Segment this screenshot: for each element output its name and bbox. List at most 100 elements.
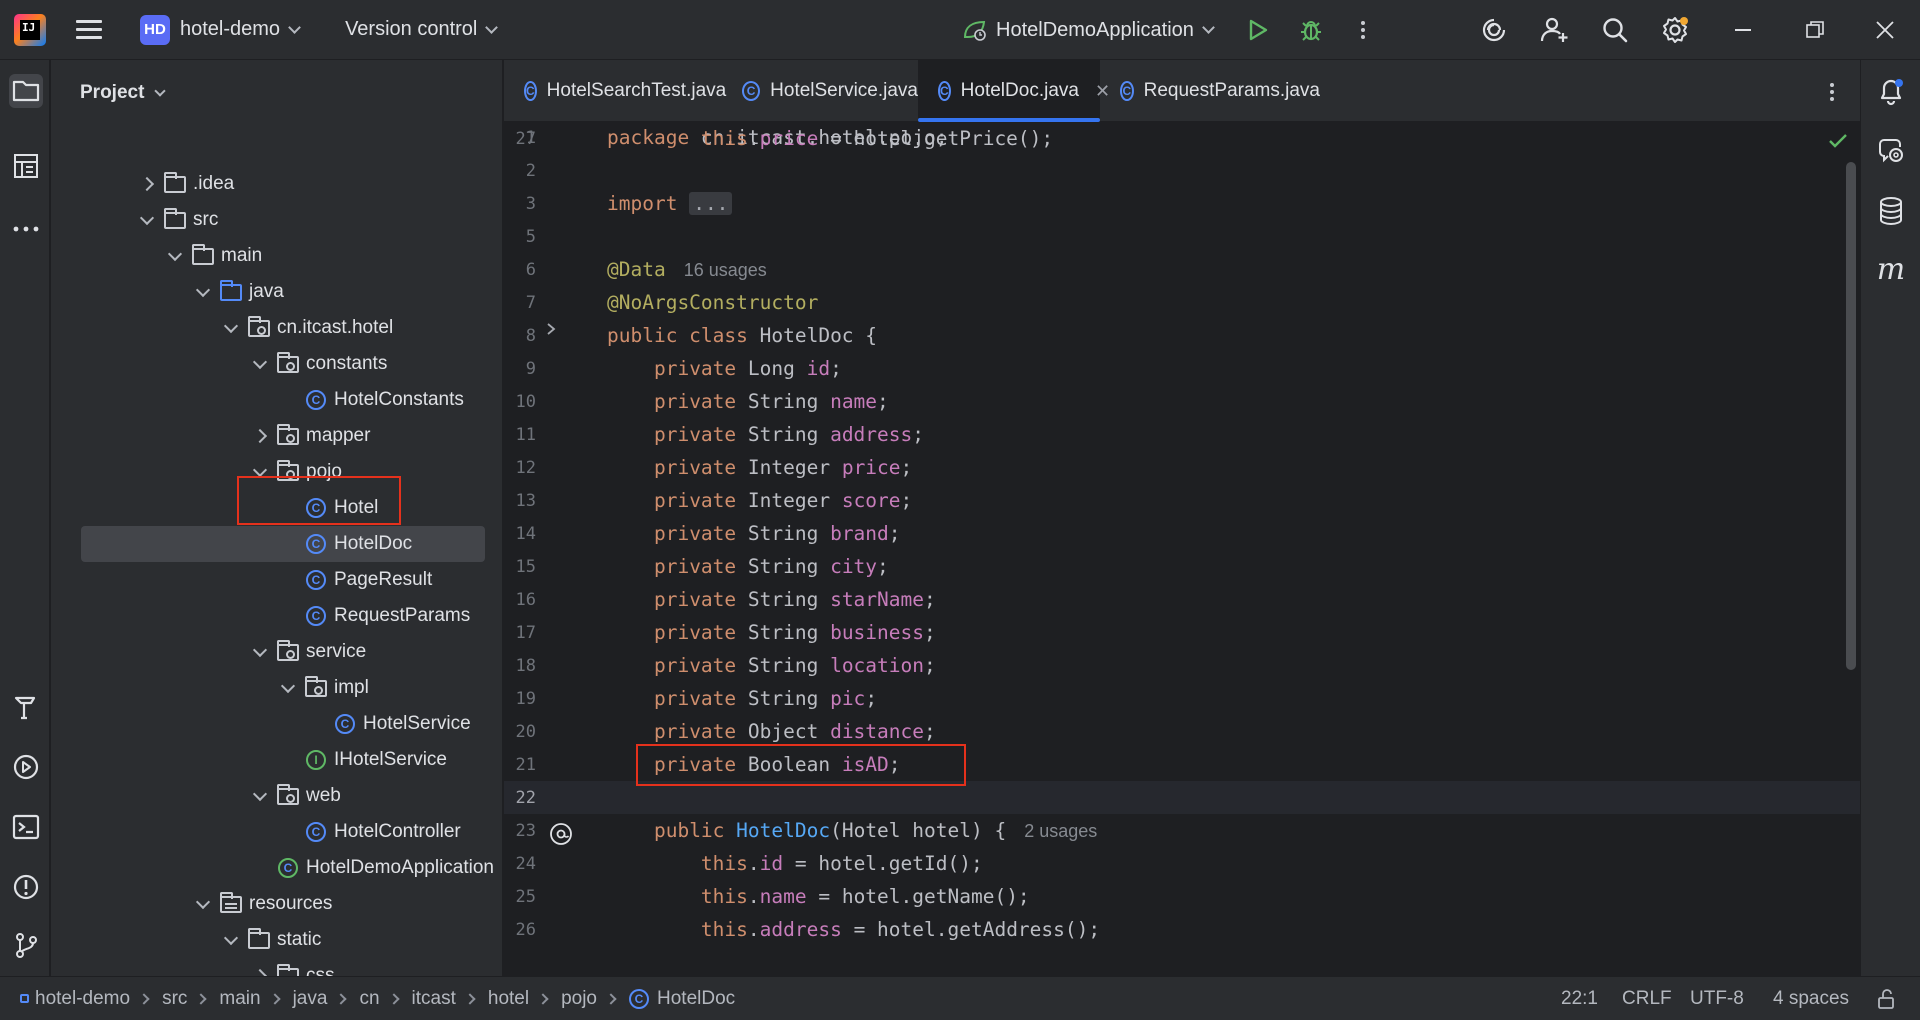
chevron-down-icon[interactable] <box>252 644 268 660</box>
code-line[interactable]: 21 private Boolean isAD; <box>504 748 1860 781</box>
build-hammer-icon[interactable] <box>9 690 43 724</box>
tab-overflow-icon[interactable] <box>1830 80 1834 104</box>
code-line[interactable]: 7 @NoArgsConstructor <box>504 286 1860 319</box>
chevron-down-icon[interactable] <box>280 680 296 696</box>
tree-item[interactable]: static <box>51 922 491 958</box>
project-badge[interactable]: HD <box>140 14 170 45</box>
tree-item[interactable]: I IHotelService <box>51 742 491 778</box>
tree-item[interactable]: src <box>51 202 491 238</box>
terminal-icon[interactable] <box>9 810 43 844</box>
code-line[interactable]: 24 this.id = hotel.getId(); <box>504 847 1860 880</box>
caret-position[interactable]: 22:1 <box>1561 977 1598 1020</box>
restore-window-icon[interactable] <box>1806 0 1824 60</box>
main-menu-icon[interactable] <box>76 15 102 44</box>
tree-item[interactable]: C RequestParams <box>51 598 491 634</box>
intellij-logo-icon[interactable]: IJ <box>14 13 46 46</box>
chevron-down-icon[interactable] <box>154 84 167 97</box>
tree-item[interactable]: resources <box>51 886 491 922</box>
no-problems-check-icon[interactable] <box>1828 132 1848 154</box>
tree-item[interactable]: .idea <box>51 166 491 202</box>
tree-item[interactable]: cn.itcast.hotel <box>51 310 491 346</box>
run-configuration-selector[interactable]: HotelDemoApplication <box>962 0 1215 60</box>
breadcrumb-item[interactable]: src <box>162 988 187 1010</box>
add-user-icon[interactable] <box>1540 0 1570 60</box>
tree-item[interactable]: css <box>51 958 491 976</box>
chevron-right-icon[interactable] <box>139 176 155 192</box>
code-line[interactable]: 17 private String business; <box>504 616 1860 649</box>
tree-item[interactable]: main <box>51 238 491 274</box>
code-line[interactable]: 12 private Integer price; <box>504 451 1860 484</box>
code-line[interactable]: 25 this.name = hotel.getName(); <box>504 880 1860 913</box>
project-panel-header[interactable]: Project <box>80 82 167 104</box>
chevron-down-icon[interactable] <box>252 788 268 804</box>
code-line[interactable]: 15 private String city; <box>504 550 1860 583</box>
chevron-down-icon[interactable] <box>223 320 239 336</box>
services-run-icon[interactable] <box>9 750 43 784</box>
structure-icon[interactable] <box>9 149 43 183</box>
chevron-down-icon[interactable] <box>288 20 301 34</box>
breadcrumb-item[interactable]: java <box>293 988 328 1010</box>
tree-item[interactable]: C PageResult <box>51 562 491 598</box>
maven-icon[interactable]: m <box>1874 252 1908 287</box>
tree-item[interactable]: C HotelDoc <box>81 526 485 562</box>
code-line[interactable]: 14 private String brand; <box>504 517 1860 550</box>
code-line[interactable]: 8 public class HotelDoc { <box>504 319 1860 352</box>
chevron-down-icon[interactable] <box>195 896 211 912</box>
tree-item[interactable]: pojo <box>51 454 491 490</box>
ai-assistant-icon[interactable] <box>1480 0 1508 60</box>
notifications-bell-icon[interactable] <box>1874 74 1908 108</box>
editor-tab[interactable]: C HotelSearchTest.java <box>504 60 726 122</box>
minimize-window-icon[interactable] <box>1735 0 1751 60</box>
version-control-menu[interactable]: Version control <box>345 18 477 41</box>
fold-chevron-icon[interactable] <box>545 322 557 340</box>
breadcrumb-item[interactable]: hotel-demo <box>35 988 130 1010</box>
read-only-lock-icon[interactable] <box>1876 977 1898 1020</box>
search-icon[interactable] <box>1601 0 1629 60</box>
breadcrumb-item[interactable]: hotel <box>488 988 529 1010</box>
code-editor[interactable]: 1 package cn.itcast.hotel.pojo; 2 3 import .… <box>504 122 1860 976</box>
tree-item[interactable]: service <box>51 634 491 670</box>
tree-item[interactable]: C Hotel <box>51 490 491 526</box>
chevron-down-icon[interactable] <box>195 284 211 300</box>
chevron-down-icon[interactable] <box>252 356 268 372</box>
code-line[interactable]: 20 private Object distance; <box>504 715 1860 748</box>
tree-item[interactable]: java <box>51 274 491 310</box>
chevron-down-icon[interactable] <box>167 248 183 264</box>
chevron-down-icon[interactable] <box>485 20 499 34</box>
chevron-down-icon[interactable] <box>139 212 155 228</box>
tree-item[interactable]: C HotelDemoApplication <box>51 850 494 886</box>
tree-item[interactable]: C HotelService <box>51 706 491 742</box>
tree-item[interactable]: C HotelConstants <box>51 382 491 418</box>
ai-chat-icon[interactable] <box>1874 134 1908 168</box>
more-actions-icon[interactable] <box>1361 0 1365 60</box>
indent-setting[interactable]: 4 spaces <box>1773 977 1849 1020</box>
line-separator[interactable]: CRLF <box>1622 977 1672 1020</box>
database-icon[interactable] <box>1874 194 1908 228</box>
code-line[interactable]: 6 @Data 16 usages <box>504 253 1860 286</box>
code-line[interactable]: 9 private Long id; <box>504 352 1860 385</box>
tree-item[interactable]: C HotelController <box>51 814 491 850</box>
git-branch-icon[interactable] <box>9 928 43 962</box>
chevron-down-icon[interactable] <box>1202 21 1215 34</box>
code-line[interactable]: 22 <box>504 781 1860 814</box>
chevron-right-icon[interactable] <box>252 428 268 444</box>
project-folder-icon[interactable] <box>9 74 43 108</box>
code-line[interactable]: 10 private String name; <box>504 385 1860 418</box>
code-line[interactable]: 27 this.price = hotel.getPrice(); <box>504 122 1860 155</box>
close-window-icon[interactable] <box>1876 0 1894 60</box>
file-encoding[interactable]: UTF-8 <box>1690 977 1744 1020</box>
breadcrumb-item[interactable]: itcast <box>412 988 456 1010</box>
editor-tab[interactable]: C HotelService.java <box>722 60 918 122</box>
code-line[interactable]: 2 <box>504 154 1860 187</box>
chevron-down-icon[interactable] <box>223 932 239 948</box>
editor-tab[interactable]: C RequestParams.java <box>1100 60 1320 122</box>
editor-scrollbar[interactable] <box>1846 162 1856 670</box>
settings-gear-icon[interactable] <box>1660 0 1690 60</box>
implementation-marker-icon[interactable] <box>549 822 573 850</box>
tree-item[interactable]: web <box>51 778 491 814</box>
editor-tab[interactable]: C HotelDoc.java ✕ <box>918 60 1110 122</box>
code-line[interactable]: 5 <box>504 220 1860 253</box>
breadcrumb-item[interactable]: pojo <box>561 988 597 1010</box>
code-line[interactable]: 19 private String pic; <box>504 682 1860 715</box>
debug-icon[interactable] <box>1298 0 1324 60</box>
